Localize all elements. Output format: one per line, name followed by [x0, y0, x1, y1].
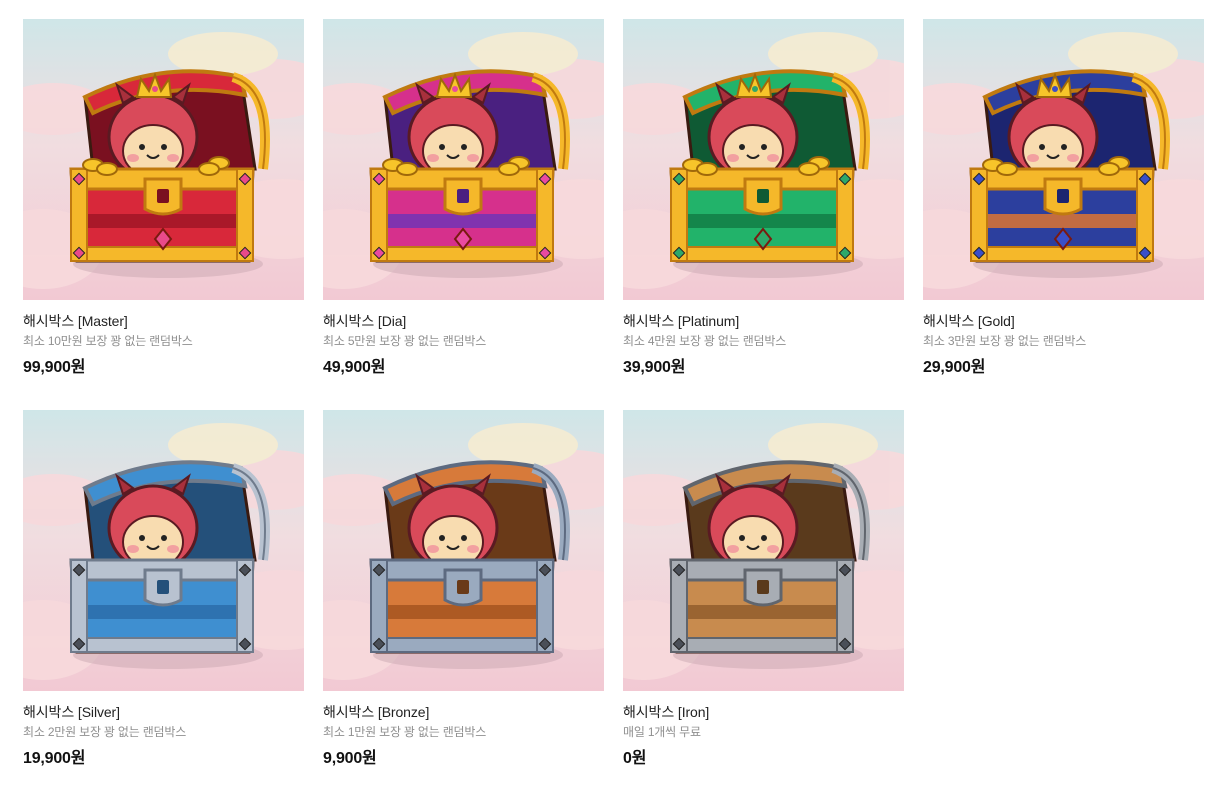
lock-icon	[443, 568, 483, 607]
treasure-chest-illustration	[923, 19, 1204, 300]
chest-icon	[369, 69, 570, 278]
product-name[interactable]: 해시박스 [Master]	[23, 313, 304, 330]
product-price: 39,900원	[623, 359, 686, 376]
lock-icon	[443, 177, 483, 216]
product-thumbnail[interactable]	[23, 19, 304, 300]
product-card-platinum[interactable]: 해시박스 [Platinum] 최소 4만원 보장 꽝 없는 랜덤박스 39,9…	[623, 19, 904, 410]
lock-icon	[1043, 177, 1083, 216]
treasure-chest-illustration	[323, 410, 604, 691]
product-description: 최소 2만원 보장 꽝 없는 랜덤박스	[23, 725, 187, 739]
product-thumbnail[interactable]	[23, 410, 304, 691]
chest-icon	[669, 460, 870, 669]
product-name[interactable]: 해시박스 [Silver]	[23, 704, 304, 721]
treasure-chest-illustration	[623, 19, 904, 300]
treasure-chest-illustration	[623, 410, 904, 691]
product-card-master[interactable]: 해시박스 [Master] 최소 10만원 보장 꽝 없는 랜덤박스 99,90…	[23, 19, 304, 410]
mascot-character	[407, 82, 499, 181]
product-card-gold[interactable]: 해시박스 [Gold] 최소 3만원 보장 꽝 없는 랜덤박스 29,900원	[923, 19, 1204, 410]
lock-icon	[743, 177, 783, 216]
chest-icon	[969, 69, 1170, 278]
chest-icon	[369, 460, 570, 669]
mascot-character	[107, 473, 199, 572]
treasure-chest-illustration	[23, 19, 304, 300]
mascot-character	[707, 473, 799, 572]
product-name[interactable]: 해시박스 [Gold]	[923, 313, 1204, 330]
lock-icon	[143, 568, 183, 607]
product-description: 최소 10만원 보장 꽝 없는 랜덤박스	[23, 334, 193, 348]
product-thumbnail[interactable]	[923, 19, 1204, 300]
product-description: 매일 1개씩 무료	[623, 725, 701, 739]
mascot-character	[1007, 82, 1099, 181]
product-thumbnail[interactable]	[323, 19, 604, 300]
product-thumbnail[interactable]	[323, 410, 604, 691]
chest-icon	[69, 69, 270, 278]
lock-icon	[743, 568, 783, 607]
product-name[interactable]: 해시박스 [Bronze]	[323, 704, 604, 721]
product-name[interactable]: 해시박스 [Iron]	[623, 704, 904, 721]
product-card-dia[interactable]: 해시박스 [Dia] 최소 5만원 보장 꽝 없는 랜덤박스 49,900원	[323, 19, 604, 410]
mascot-character	[407, 473, 499, 572]
product-card-bronze[interactable]: 해시박스 [Bronze] 최소 1만원 보장 꽝 없는 랜덤박스 9,900원	[323, 410, 604, 801]
chest-icon	[69, 460, 270, 669]
lock-icon	[143, 177, 183, 216]
product-thumbnail[interactable]	[623, 410, 904, 691]
chest-icon	[669, 69, 870, 278]
product-grid: 해시박스 [Master] 최소 10만원 보장 꽝 없는 랜덤박스 99,90…	[23, 19, 1204, 801]
treasure-chest-illustration	[323, 19, 604, 300]
product-price: 19,900원	[23, 750, 86, 767]
treasure-chest-illustration	[23, 410, 304, 691]
product-description: 최소 1만원 보장 꽝 없는 랜덤박스	[323, 725, 487, 739]
product-price: 0원	[623, 750, 647, 767]
product-name[interactable]: 해시박스 [Dia]	[323, 313, 604, 330]
product-thumbnail[interactable]	[623, 19, 904, 300]
product-description: 최소 3만원 보장 꽝 없는 랜덤박스	[923, 334, 1087, 348]
mascot-character	[707, 82, 799, 181]
product-description: 최소 4만원 보장 꽝 없는 랜덤박스	[623, 334, 787, 348]
product-card-iron[interactable]: 해시박스 [Iron] 매일 1개씩 무료 0원	[623, 410, 904, 801]
mascot-character	[107, 82, 199, 181]
product-card-silver[interactable]: 해시박스 [Silver] 최소 2만원 보장 꽝 없는 랜덤박스 19,900…	[23, 410, 304, 801]
product-price: 49,900원	[323, 359, 386, 376]
product-price: 29,900원	[923, 359, 986, 376]
product-price: 9,900원	[323, 750, 377, 767]
product-name[interactable]: 해시박스 [Platinum]	[623, 313, 904, 330]
product-description: 최소 5만원 보장 꽝 없는 랜덤박스	[323, 334, 487, 348]
product-price: 99,900원	[23, 359, 86, 376]
